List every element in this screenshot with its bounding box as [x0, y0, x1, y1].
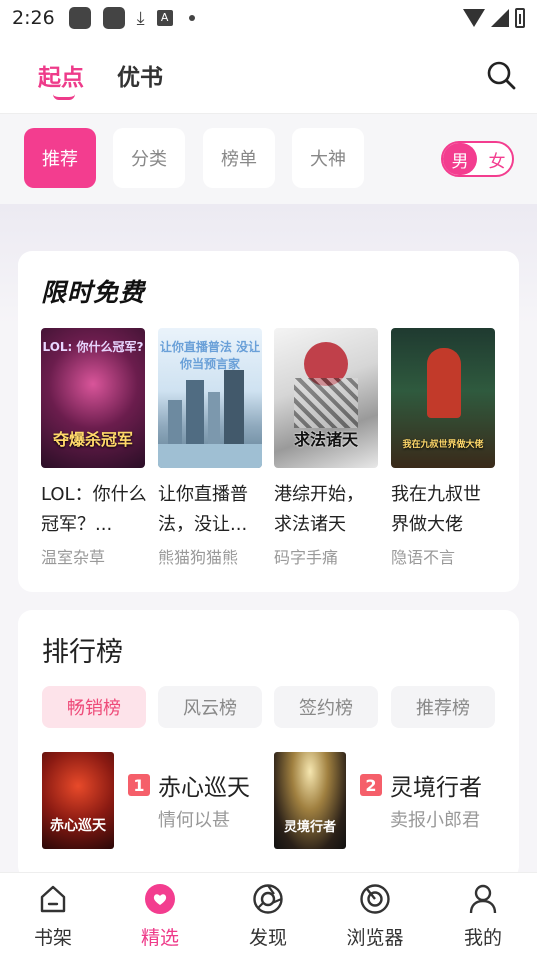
free-section-title: 限时免费 — [41, 278, 146, 307]
nav-label: 发现 — [248, 927, 287, 949]
rank-book-cover[interactable]: 赤心巡天 — [42, 752, 114, 849]
book-cover[interactable]: 让你直播普法 没让你当预言家 — [158, 328, 262, 468]
book-cover[interactable]: 求法诸天 — [274, 328, 378, 468]
top-nav: 起点 优书 — [0, 36, 537, 114]
rank-tab-trending[interactable]: 风云榜 — [158, 686, 262, 728]
signal-icon — [491, 9, 509, 27]
book-cover[interactable]: 我在九叔世界做大佬 — [391, 328, 495, 468]
search-icon[interactable] — [486, 60, 516, 90]
wifi-icon — [463, 9, 485, 27]
rank-tab-recommend[interactable]: 推荐榜 — [391, 686, 495, 728]
heart-icon — [145, 884, 175, 914]
book-card[interactable]: LOL: 你什么冠军? 夺爆杀冠军 LOL：你什么冠军？... 温室杂草 — [41, 328, 147, 568]
nav-discover[interactable]: 发现 — [223, 883, 313, 950]
download-icon: ⤓ — [136, 7, 145, 29]
bottom-nav: 书架 精选 发现 浏览器 我的 — [0, 872, 537, 956]
book-title[interactable]: 让你直播普法，没让... — [158, 480, 264, 540]
active-tab-indicator — [53, 94, 75, 100]
chip-recommend[interactable]: 推荐 — [24, 128, 96, 188]
chip-category[interactable]: 分类 — [113, 128, 185, 188]
book-title[interactable]: 港综开始，求法诸天 — [274, 480, 380, 540]
book-card[interactable]: 让你直播普法 没让你当预言家 让你直播普法，没让... 熊猫狗猫熊 — [158, 328, 264, 568]
chip-masters[interactable]: 大神 — [292, 128, 364, 188]
app-icon — [102, 7, 125, 29]
free-section-card: 限时免费 LOL: 你什么冠军? 夺爆杀冠军 LOL：你什么冠军？... 温室杂… — [18, 251, 519, 592]
rank-section-card: 排行榜 畅销榜 风云榜 签约榜 推荐榜 赤心巡天 1 赤心巡天 情何以甚 灵境行… — [18, 610, 519, 880]
rank-tab-signed[interactable]: 签约榜 — [274, 686, 378, 728]
nav-label: 书架 — [33, 927, 72, 949]
book-author: 码字手痛 — [274, 548, 339, 567]
nav-featured[interactable]: 精选 — [115, 883, 205, 950]
gender-toggle[interactable]: 男 女 — [441, 141, 514, 177]
rank-book-title[interactable]: 灵境行者 — [390, 768, 482, 802]
cover-title: 夺爆杀冠军 — [52, 430, 133, 449]
rank-number-badge: 1 — [128, 774, 150, 796]
rank-book-cover[interactable]: 灵境行者 — [274, 752, 346, 849]
status-bar: 2:26 ⤓ A — [0, 0, 537, 36]
book-card[interactable]: 我在九叔世界做大佬 我在九叔世界做大佬 隐语不言 — [391, 328, 497, 568]
browser-icon — [360, 884, 390, 914]
book-cover[interactable]: LOL: 你什么冠军? 夺爆杀冠军 — [41, 328, 145, 468]
rank-book-title[interactable]: 赤心巡天 — [158, 768, 250, 802]
user-icon — [469, 884, 497, 914]
nav-profile[interactable]: 我的 — [438, 883, 528, 950]
gender-female-option[interactable]: 女 — [481, 143, 513, 175]
status-time: 2:26 — [12, 7, 55, 29]
cover-subtitle: 让你直播普法 没让你当预言家 — [159, 340, 261, 371]
book-title[interactable]: 我在九叔世界做大佬 — [391, 480, 497, 540]
category-bar: 推荐 分类 榜单 大神 男 女 — [0, 114, 537, 204]
tab-qidian[interactable]: 起点 — [38, 58, 84, 92]
home-icon — [40, 885, 66, 913]
rank-book-author: 情何以甚 — [158, 810, 230, 831]
book-card[interactable]: 求法诸天 港综开始，求法诸天 码字手痛 — [274, 328, 380, 568]
rank-tab-bestseller[interactable]: 畅销榜 — [42, 686, 146, 728]
dot-icon — [188, 15, 195, 21]
cover-title: 我在九叔世界做大佬 — [402, 440, 484, 450]
nav-label: 精选 — [140, 927, 179, 949]
cover-title: 求法诸天 — [293, 430, 358, 449]
app-icon — [68, 7, 91, 29]
cover-subtitle: LOL: 你什么冠军? — [42, 340, 144, 354]
rank-cover-title: 赤心巡天 — [50, 818, 106, 834]
gender-male-option[interactable]: 男 — [443, 143, 477, 175]
nav-bookshelf[interactable]: 书架 — [8, 883, 98, 950]
chip-ranking[interactable]: 榜单 — [203, 128, 275, 188]
nav-label: 浏览器 — [346, 927, 404, 949]
nav-browser[interactable]: 浏览器 — [330, 883, 420, 950]
tab-youshu[interactable]: 优书 — [117, 58, 163, 92]
book-author: 熊猫狗猫熊 — [158, 548, 239, 567]
rank-number-badge: 2 — [360, 774, 382, 796]
rank-section-title: 排行榜 — [42, 637, 123, 668]
rank-cover-title: 灵境行者 — [283, 820, 336, 835]
a-icon: A — [156, 10, 173, 26]
nav-label: 我的 — [463, 927, 502, 949]
book-author: 温室杂草 — [41, 548, 106, 567]
book-author: 隐语不言 — [391, 548, 456, 567]
compass-icon — [253, 884, 283, 914]
book-title[interactable]: LOL：你什么冠军？... — [41, 480, 147, 540]
rank-book-author: 卖报小郎君 — [390, 810, 480, 831]
battery-icon — [515, 8, 525, 28]
